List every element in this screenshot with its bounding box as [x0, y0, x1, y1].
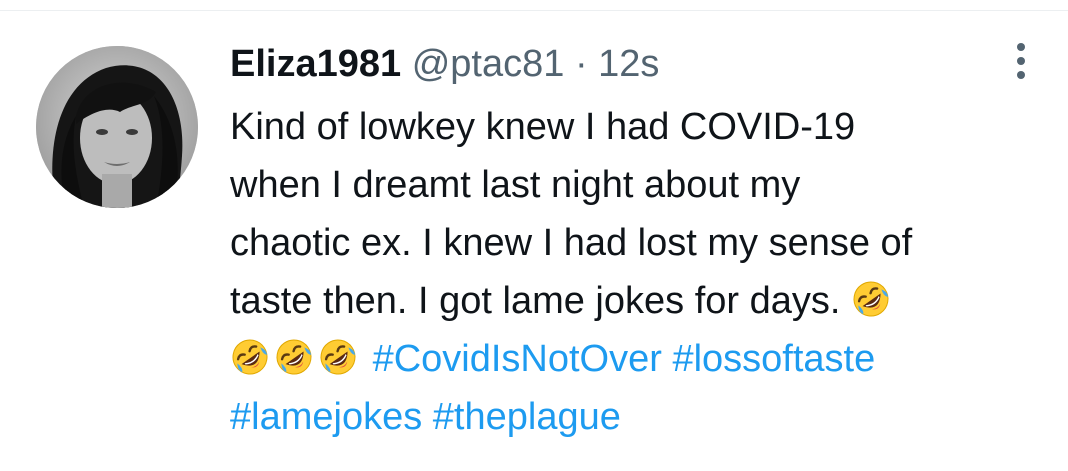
- rofl-emoji-icon: [274, 336, 314, 376]
- hashtag-link[interactable]: #lamejokes: [230, 396, 422, 438]
- hashtag-link[interactable]: #CovidIsNotOver: [373, 338, 662, 380]
- rofl-emoji-icon: [851, 278, 891, 318]
- rofl-emoji-icon: [318, 336, 358, 376]
- timestamp[interactable]: 12s: [598, 43, 659, 85]
- tweet-text-line: taste then. I got lame jokes for days.: [230, 272, 1030, 330]
- tweet-text-segment: taste then. I got lame jokes for days.: [230, 280, 841, 322]
- user-handle[interactable]: @ptac81: [412, 43, 565, 85]
- tweet-text-line: when I dreamt last night about my: [230, 164, 801, 206]
- tweet-text-line: #lamejokes #theplague: [230, 388, 1030, 446]
- tweet-card[interactable]: Eliza1981 @ptac81 · 12s Kind of lowkey k…: [0, 0, 1068, 471]
- tweet-content: Eliza1981 @ptac81 · 12s Kind of lowkey k…: [230, 42, 1030, 446]
- display-name[interactable]: Eliza1981: [230, 43, 401, 85]
- avatar[interactable]: [36, 46, 198, 208]
- tweet-text-line: #CovidIsNotOver #lossoftaste: [230, 330, 1030, 388]
- hashtag-link[interactable]: #lossoftaste: [672, 338, 875, 380]
- more-options-button[interactable]: [1004, 38, 1038, 84]
- hashtag-link[interactable]: #theplague: [433, 396, 621, 438]
- tweet-text-line: chaotic ex. I knew I had lost my sense o…: [230, 222, 913, 264]
- tweet-text-line: Kind of lowkey knew I had COVID-19: [230, 106, 856, 148]
- more-vertical-icon: [1017, 43, 1025, 79]
- separator-dot: ·: [574, 43, 588, 85]
- tweet-header: Eliza1981 @ptac81 · 12s: [230, 42, 1030, 86]
- rofl-emoji-icon: [230, 336, 270, 376]
- avatar-photo: [36, 46, 198, 208]
- tweet-text: Kind of lowkey knew I had COVID-19 when …: [230, 98, 1030, 446]
